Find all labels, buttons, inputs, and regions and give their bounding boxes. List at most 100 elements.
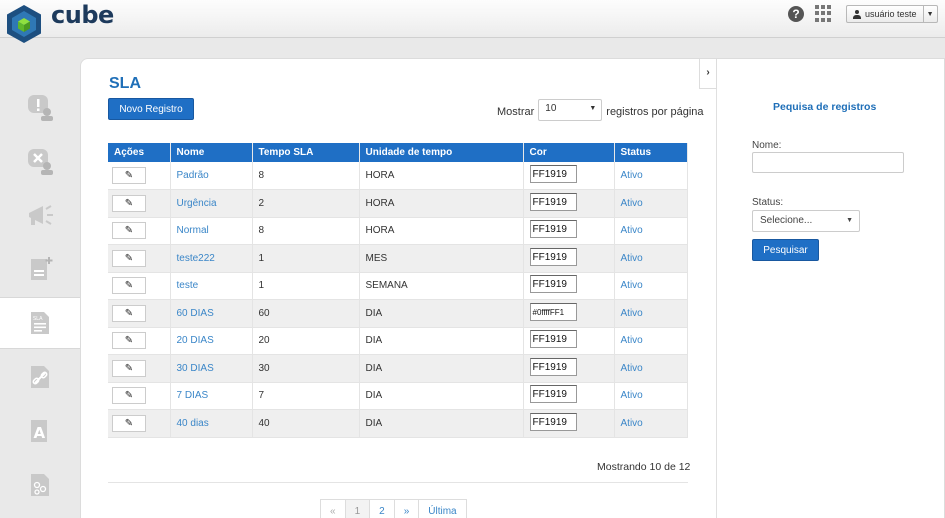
record-name-link[interactable]: Urgência xyxy=(177,198,217,209)
search-panel-title: Pequisa de registros xyxy=(773,101,877,113)
color-cell: FF1919 xyxy=(523,327,615,355)
table-row: ✎ 20 DIAS 20 DIA FF1919 Ativo xyxy=(108,327,688,355)
color-input[interactable]: FF1919 xyxy=(529,165,577,183)
color-input[interactable]: FF1919 xyxy=(529,220,577,239)
status-cell: Ativo xyxy=(614,217,688,245)
pagination-first[interactable]: « xyxy=(320,499,346,518)
edit-button[interactable]: ✎ xyxy=(112,222,146,240)
sidebar-item-font-document[interactable]: A xyxy=(0,405,80,457)
pagination-page-2[interactable]: 2 xyxy=(369,499,395,518)
color-input[interactable]: FF1919 xyxy=(529,357,577,376)
edit-button[interactable]: ✎ xyxy=(112,387,146,405)
status-link[interactable]: Ativo xyxy=(621,390,643,401)
pencil-icon: ✎ xyxy=(124,225,134,237)
pencil-icon: ✎ xyxy=(124,335,134,347)
pagination-page-1[interactable]: 1 xyxy=(344,499,371,518)
apps-grid-icon[interactable] xyxy=(815,5,832,22)
status-link[interactable]: Ativo xyxy=(621,418,643,429)
color-cell: FF1919 xyxy=(523,189,615,218)
table-row: ✎ Normal 8 HORA FF1919 Ativo xyxy=(108,217,688,245)
actions-cell: ✎ xyxy=(108,409,171,438)
pencil-icon: ✎ xyxy=(124,362,134,374)
new-record-button[interactable]: Novo Registro xyxy=(108,98,194,120)
color-input[interactable]: FF1919 xyxy=(529,412,577,431)
table-row: ✎ 30 DIAS 30 DIA FF1919 Ativo xyxy=(108,354,688,383)
chevron-down-icon[interactable]: ▼ xyxy=(922,6,937,22)
sla-time-cell: 2 xyxy=(252,189,360,218)
sidebar-item-user-cancel[interactable] xyxy=(0,135,80,187)
status-link[interactable]: Ativo xyxy=(621,335,643,346)
sidebar-item-alert-user[interactable] xyxy=(0,81,80,133)
user-menu-label[interactable]: usuário teste xyxy=(847,6,923,22)
color-input[interactable]: FF1919 xyxy=(529,385,577,404)
chevron-right-icon[interactable]: › xyxy=(699,59,717,89)
cube-logo-icon[interactable] xyxy=(4,4,44,44)
user-menu[interactable]: usuário teste ▼ xyxy=(846,5,938,23)
search-button[interactable]: Pesquisar xyxy=(752,239,819,261)
record-name-link[interactable]: 20 DIAS xyxy=(177,335,214,346)
record-name-link[interactable]: 40 dias xyxy=(177,418,209,429)
edit-button[interactable]: ✎ xyxy=(112,359,146,377)
name-cell: teste222 xyxy=(170,244,253,273)
name-input[interactable] xyxy=(752,152,904,173)
column-header-cor[interactable]: Cor xyxy=(523,143,615,162)
color-input[interactable]: FF1919 xyxy=(529,275,577,294)
column-header-nome[interactable]: Nome xyxy=(170,143,253,162)
color-input[interactable]: FF1919 xyxy=(529,247,577,266)
status-link[interactable]: Ativo xyxy=(621,308,643,319)
record-name-link[interactable]: 60 DIAS xyxy=(177,308,214,319)
color-cell: FF1919 xyxy=(523,409,615,438)
edit-button[interactable]: ✎ xyxy=(112,194,146,212)
status-link[interactable]: Ativo xyxy=(621,198,643,209)
name-cell: 60 DIAS xyxy=(170,299,253,328)
status-link[interactable]: Ativo xyxy=(621,253,643,264)
status-link[interactable]: Ativo xyxy=(621,280,643,291)
time-unit-cell: DIA xyxy=(359,327,524,355)
record-name-link[interactable]: teste222 xyxy=(177,253,215,264)
column-header-acoes[interactable]: Ações xyxy=(108,143,171,162)
status-link[interactable]: Ativo xyxy=(621,363,643,374)
record-name-link[interactable]: 7 DIAS xyxy=(177,390,209,401)
edit-button[interactable]: ✎ xyxy=(112,304,146,322)
sidebar-item-org-document[interactable] xyxy=(0,459,80,511)
help-icon[interactable]: ? xyxy=(788,6,804,22)
column-header-status[interactable]: Status xyxy=(614,143,688,162)
pagination-next[interactable]: » xyxy=(393,499,420,518)
status-link[interactable]: Ativo xyxy=(621,225,643,236)
per-page-select[interactable]: 10 ▼ xyxy=(538,99,603,121)
sidebar-item-sla[interactable]: SLA xyxy=(0,297,80,349)
status-select[interactable]: Selecione... ▼ xyxy=(752,210,860,232)
user-name: usuário teste xyxy=(865,9,917,19)
color-input[interactable]: FF1919 xyxy=(529,330,577,349)
actions-cell: ✎ xyxy=(108,382,171,410)
column-header-tempo-sla[interactable]: Tempo SLA xyxy=(252,143,360,162)
per-page-value: 10 xyxy=(545,103,557,114)
name-cell: Padrão xyxy=(170,162,253,190)
edit-button[interactable]: ✎ xyxy=(112,414,146,432)
edit-button[interactable]: ✎ xyxy=(112,277,146,295)
record-name-link[interactable]: Padrão xyxy=(177,170,209,181)
table-row: ✎ 7 DIAS 7 DIA FF1919 Ativo xyxy=(108,382,688,410)
time-unit-cell: HORA xyxy=(359,189,524,218)
column-header-unidade[interactable]: Unidade de tempo xyxy=(359,143,524,162)
record-name-link[interactable]: teste xyxy=(177,280,199,291)
color-input[interactable]: FF1919 xyxy=(529,192,577,211)
record-name-link[interactable]: Normal xyxy=(177,225,209,236)
color-cell: FF1919 xyxy=(523,382,615,410)
status-link[interactable]: Ativo xyxy=(621,170,643,181)
sla-time-cell: 7 xyxy=(252,382,360,410)
pagination-last[interactable]: Última xyxy=(418,499,467,518)
edit-button[interactable]: ✎ xyxy=(112,167,146,184)
edit-button[interactable]: ✎ xyxy=(112,332,146,350)
sidebar-item-link-document[interactable] xyxy=(0,351,80,403)
name-cell: 20 DIAS xyxy=(170,327,253,355)
actions-cell: ✎ xyxy=(108,272,171,300)
time-unit-cell: DIA xyxy=(359,382,524,410)
top-bar: cube ? usuário teste ▼ xyxy=(0,0,945,43)
chevron-down-icon: ▼ xyxy=(589,105,597,112)
edit-button[interactable]: ✎ xyxy=(112,249,146,267)
record-name-link[interactable]: 30 DIAS xyxy=(177,363,214,374)
color-input[interactable]: #0ffffFF1 xyxy=(529,302,577,321)
sidebar-item-megaphone[interactable] xyxy=(0,189,80,241)
sidebar-item-add-document[interactable] xyxy=(0,243,80,295)
